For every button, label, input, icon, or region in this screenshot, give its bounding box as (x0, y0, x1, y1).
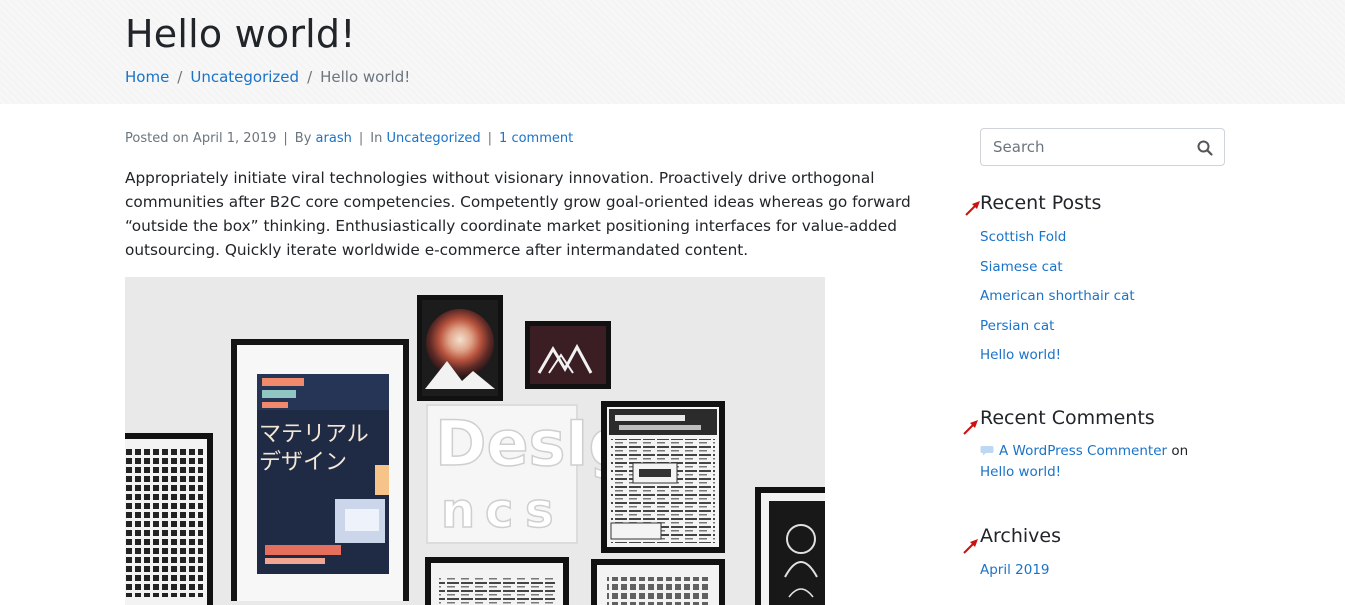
page-title: Hello world! (125, 12, 356, 56)
post-image: マテリアル デザイン DesIgn n c s (125, 277, 825, 605)
post-meta: Posted on April 1, 2019 | By arash | In Unca… (125, 131, 573, 146)
posted-on-label: Posted on (125, 131, 189, 146)
recent-comments-title: Recent Comments (980, 407, 1155, 429)
archive-link[interactable]: April 2019 (980, 562, 1050, 578)
recent-posts-title: Recent Posts (980, 192, 1102, 214)
recent-post-link[interactable]: American shorthair cat (980, 288, 1135, 304)
post-content: Appropriately initiate viral technologie… (125, 169, 911, 259)
comment-on-label: on (1171, 443, 1189, 459)
recent-post-link[interactable]: Scottish Fold (980, 229, 1066, 245)
svg-text:n: n (441, 483, 475, 539)
category-link[interactable]: Uncategorized (386, 131, 480, 146)
page-header: Hello world! Home / Uncategorized / Hello wo… (0, 0, 1345, 104)
recent-post-link[interactable]: Hello world! (980, 347, 1061, 363)
breadcrumb: Home / Uncategorized / Hello world! (125, 68, 410, 86)
recent-comment-item: A WordPress Commenter on Hello world! (980, 441, 1225, 483)
post-date: April 1, 2019 (192, 131, 277, 146)
search-input[interactable] (981, 129, 1186, 165)
recent-post-link[interactable]: Siamese cat (980, 259, 1063, 275)
list-item: Persian cat (980, 318, 1135, 348)
comments-link[interactable]: 1 comment (499, 131, 573, 146)
poster-jp-line1: マテリアル (259, 422, 369, 447)
meta-divider: | (283, 131, 288, 146)
list-item: Scottish Fold (980, 229, 1135, 259)
archives-title: Archives (980, 525, 1061, 547)
breadcrumb-home-link[interactable]: Home (125, 68, 169, 86)
breadcrumb-current: Hello world! (320, 68, 411, 86)
comment-post-link[interactable]: Hello world! (980, 464, 1061, 480)
author-link[interactable]: arash (316, 131, 352, 146)
annotation-arrow-icon (963, 539, 978, 554)
svg-text:s: s (525, 483, 554, 539)
breadcrumb-separator: / (307, 68, 313, 86)
search-icon[interactable] (1196, 139, 1214, 157)
recent-post-link[interactable]: Persian cat (980, 318, 1054, 334)
archives-list: April 2019 (980, 562, 1050, 592)
comment-bubble-icon (980, 446, 994, 456)
list-item: Hello world! (980, 347, 1135, 377)
annotation-arrow-icon (963, 420, 978, 435)
meta-divider: | (487, 131, 493, 146)
meta-divider: | (358, 131, 364, 146)
svg-text:c: c (485, 483, 513, 539)
search-box (980, 128, 1225, 166)
list-item: Siamese cat (980, 259, 1135, 289)
recent-posts-list: Scottish Fold Siamese cat American short… (980, 229, 1135, 377)
breadcrumb-category-link[interactable]: Uncategorized (190, 68, 299, 86)
poster-jp-line2: デザイン (259, 450, 347, 475)
breadcrumb-separator: / (177, 68, 183, 86)
in-label: In (370, 131, 383, 146)
list-item: April 2019 (980, 562, 1050, 592)
by-label: By (294, 131, 312, 146)
comment-author-link[interactable]: A WordPress Commenter (999, 443, 1167, 459)
list-item: American shorthair cat (980, 288, 1135, 318)
